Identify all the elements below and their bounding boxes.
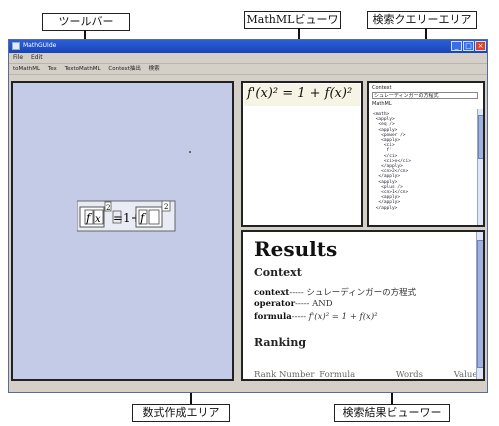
formula-block-diagram[interactable]: f x 2 =1+ f 2 [77,195,177,235]
rendered-formula: f'(x)² = 1 + f(x)² [247,86,353,101]
menu-file[interactable]: File [13,54,23,61]
col-words: Words [395,370,423,380]
window-title: MathGUIde [23,42,57,49]
mathml-source-text[interactable]: <math> <apply> <eq /> <apply> <power /> … [373,112,471,222]
cursor-mark [189,151,191,153]
operator-value: AND [312,299,333,309]
col-value: Value [453,370,478,380]
menu-edit[interactable]: Edit [31,54,43,61]
toolbar: toMathML Tex TextoMathML Context抽出 検索 [9,63,487,75]
query-mathml-label: MathML [372,101,392,107]
col-rank-number: Rank Number [254,370,315,380]
context-label: context [254,288,290,298]
toolbar-search-button[interactable]: 検索 [149,66,160,72]
operator-label: operator [254,299,296,309]
callout-mathml-viewer: MathMLビューワ [244,11,341,29]
query-scrollbar[interactable] [477,109,483,225]
callout-toolbar: ツールバー [42,13,130,31]
toolbar-tomathml-button[interactable]: toMathML [13,66,40,72]
mathml-source-line: </apply> [373,205,398,211]
results-operator-line: operator----- AND [254,299,333,309]
toolbar-tex-button[interactable]: Tex [48,66,57,72]
callout-editor-area: 数式作成エリア [132,404,230,422]
svg-text:2: 2 [106,204,110,212]
results-heading: Results [254,237,338,261]
results-scrollbar-thumb[interactable] [477,240,483,368]
query-scrollbar-thumb[interactable] [478,115,483,159]
title-bar[interactable]: MathGUIde _ □ × [9,40,487,53]
app-window: MathGUIde _ □ × File Edit toMathML Tex T… [8,39,488,393]
svg-text:2: 2 [164,203,168,211]
ranking-table-header: Rank Number Formula Words Value [254,370,478,380]
query-context-field[interactable]: シュレーディンガーの方程式 [372,92,478,99]
formula-label: formula [254,312,292,322]
results-scrollbar[interactable] [476,232,483,379]
search-query-area: Context シュレーディンガーの方程式 MathML <math> <app… [367,81,485,227]
toolbar-textomathml-button[interactable]: TextoMathML [65,66,101,72]
callout-results-viewer: 検索結果ビューワー [334,404,450,422]
formula-editor-area[interactable]: f x 2 =1+ f 2 [11,81,234,381]
svg-text:x: x [95,214,101,225]
results-context-heading: Context [254,266,302,279]
rendered-formula-box: f'(x)² = 1 + f(x)² [244,84,360,106]
close-button[interactable]: × [475,41,486,51]
app-icon [12,42,20,50]
col-formula: Formula [319,370,356,380]
mathml-viewer: f'(x)² = 1 + f(x)² [241,81,363,227]
search-results-viewer: Results Context context----- シュレーディンガーの方… [241,230,485,381]
query-context-label: Context [372,85,392,91]
menu-bar: File Edit [9,53,487,62]
results-ranking-heading: Ranking [254,336,307,349]
results-formula-line: formula----- f'(x)² = 1 + f(x)² [254,312,378,322]
callout-query-area: 検索クエリーエリア [367,11,477,29]
maximize-button[interactable]: □ [463,41,474,51]
formula-value: f'(x)² = 1 + f(x)² [308,312,378,322]
results-context-line: context----- シュレーディンガーの方程式 [254,288,417,298]
toolbar-context-button[interactable]: Context抽出 [108,66,141,72]
context-value: シュレーディンガーの方程式 [306,288,417,298]
minimize-button[interactable]: _ [451,41,462,51]
